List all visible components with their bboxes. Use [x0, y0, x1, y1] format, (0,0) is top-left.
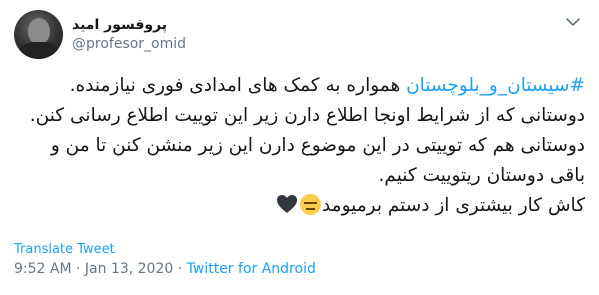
tweet-time[interactable]: 9:52 AM [14, 261, 72, 277]
neutral-face-emoji [299, 194, 321, 215]
chevron-down-icon[interactable] [565, 14, 581, 30]
meta-separator: · [173, 261, 187, 277]
tweet-meta: 9:52 AM · Jan 13, 2020 · Twitter for And… [14, 261, 316, 277]
tweet-text: #سیستان_و_بلوچستان همواره به کمک های امد… [14, 71, 585, 221]
avatar[interactable] [14, 10, 63, 59]
tweet-line-1: #سیستان_و_بلوچستان همواره به کمک های امد… [14, 71, 585, 101]
display-name[interactable]: پروفسور امید [72, 16, 186, 34]
tweet-line-5-text: کاش کار بیشتری از دستم برمیومد [321, 195, 585, 216]
author-names: پروفسور امید @profesor_omid [72, 16, 186, 54]
translate-tweet-link[interactable]: Translate Tweet [14, 242, 115, 257]
user-handle[interactable]: @profesor_omid [72, 34, 186, 54]
tweet-source-link[interactable]: Twitter for Android [187, 261, 316, 277]
tweet-line-5: کاش کار بیشتری از دستم برمیومد [14, 191, 585, 221]
tweet-line-4: باقی دوستان ریتوییت کنیم. [378, 165, 585, 186]
tweet-line-2: دوستانی که از شرایط اونجا اطلاع دارن زیر… [29, 105, 585, 126]
tweet-card: پروفسور امید @profesor_omid #سیستان_و_بل… [0, 0, 599, 295]
tweet-line-1-text: همواره به کمک های امدادی فوری نیازمنده. [69, 75, 407, 96]
meta-separator: · [71, 261, 85, 277]
hashtag-link[interactable]: #سیستان_و_بلوچستان [406, 75, 585, 96]
tweet-header: پروفسور امید @profesor_omid [14, 10, 186, 59]
tweet-line-3: دوستانی هم که توییتی در این موضوع دارن ا… [50, 135, 585, 156]
tweet-date[interactable]: Jan 13, 2020 [85, 261, 173, 277]
black-heart-emoji [276, 195, 297, 213]
